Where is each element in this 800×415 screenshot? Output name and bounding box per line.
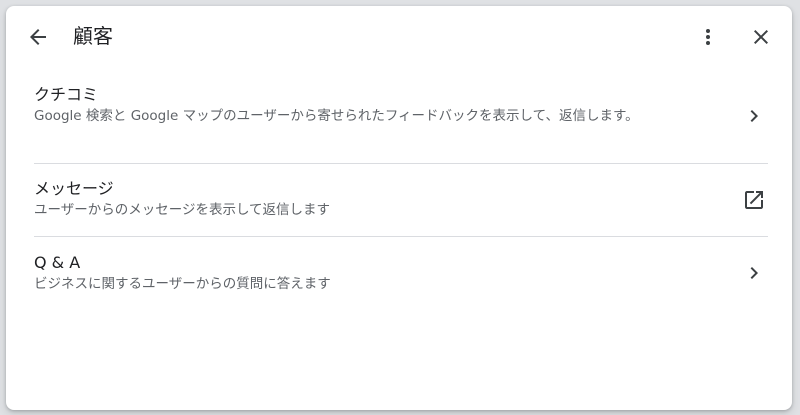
qa-description: ビジネスに関するユーザーからの質問に答えます: [34, 276, 331, 292]
divider: [34, 163, 768, 164]
reviews-chevron: [740, 102, 768, 130]
list-item-messages[interactable]: メッセージ ユーザーからのメッセージを表示して返信します: [34, 178, 768, 228]
back-button[interactable]: [20, 19, 56, 55]
qa-title: Q & A: [34, 253, 81, 272]
reviews-title: クチコミ: [34, 85, 99, 104]
more-vert-icon: [706, 29, 710, 45]
chevron-right-icon: [750, 267, 758, 279]
close-icon: [754, 30, 768, 44]
qa-chevron: [740, 259, 768, 287]
list-item-reviews[interactable]: クチコミ Google 検索と Google マップのユーザーから寄せられたフィ…: [34, 84, 768, 154]
panel-header: 顧客: [6, 6, 792, 68]
customers-panel: 顧客 クチコミ Google 検索と Google マップのユーザーから寄せられ…: [6, 6, 792, 410]
messages-description: ユーザーからのメッセージを表示して返信します: [34, 202, 331, 218]
divider: [34, 236, 768, 237]
arrow-back-icon: [30, 29, 46, 45]
reviews-description: Google 検索と Google マップのユーザーから寄せられたフィードバック…: [34, 108, 639, 124]
list-item-qa[interactable]: Q & A ビジネスに関するユーザーからの質問に答えます: [34, 252, 768, 302]
messages-title: メッセージ: [34, 179, 114, 198]
open-in-new-icon: [745, 191, 763, 209]
chevron-right-icon: [750, 110, 758, 122]
more-options-button[interactable]: [690, 19, 726, 55]
messages-open-external: [740, 186, 768, 214]
close-button[interactable]: [743, 19, 779, 55]
page-title: 顧客: [73, 24, 113, 48]
